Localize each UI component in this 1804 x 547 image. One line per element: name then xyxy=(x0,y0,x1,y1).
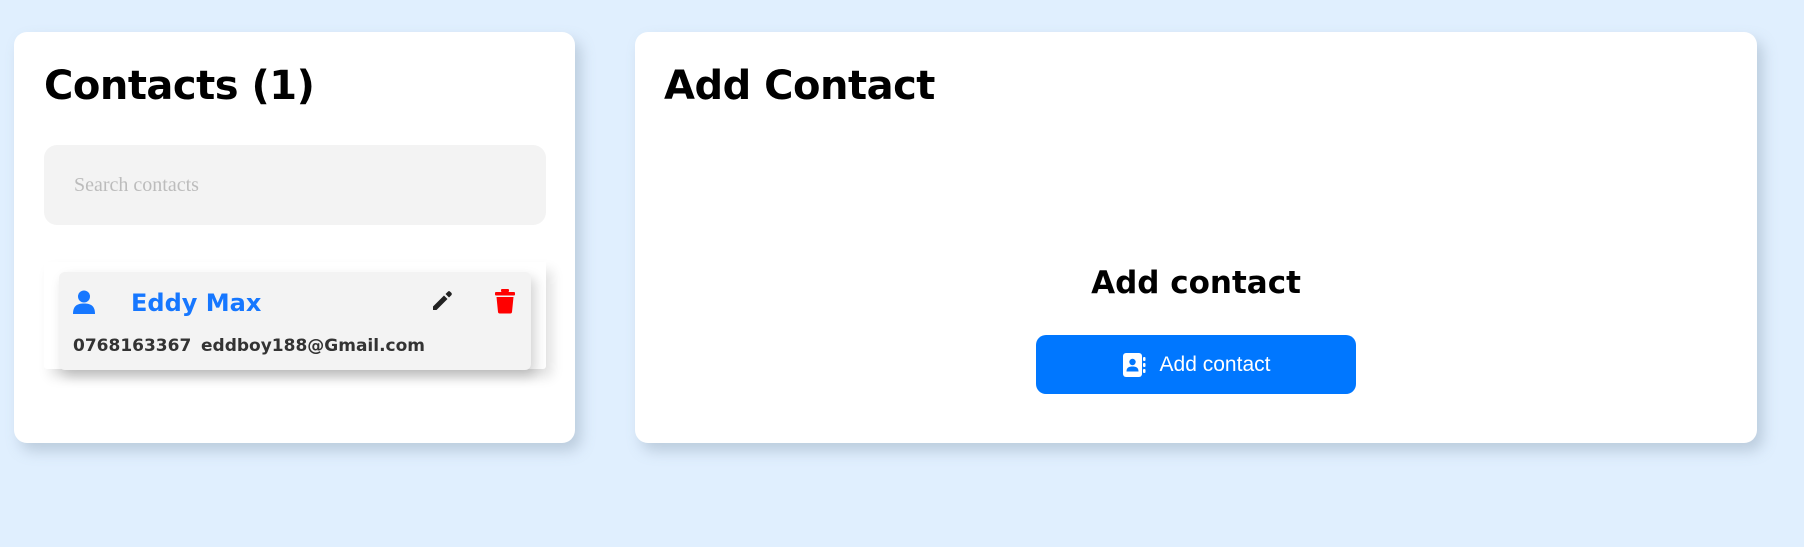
contact-email: eddboy188@Gmail.com xyxy=(201,336,426,356)
contact-phone: 0768163367 xyxy=(73,336,192,356)
person-icon xyxy=(73,290,95,314)
search-input[interactable] xyxy=(44,145,546,225)
contact-name[interactable]: Eddy Max xyxy=(131,289,261,317)
add-contact-subtitle: Add contact xyxy=(1091,265,1301,301)
pencil-icon xyxy=(429,291,455,317)
contacts-title: Contacts (1) xyxy=(44,63,315,109)
address-book-icon xyxy=(1122,352,1146,378)
contact-list: Eddy Max 0768163367 eddboy188@Gmail.com xyxy=(44,262,546,370)
edit-button[interactable] xyxy=(429,288,455,314)
trash-icon xyxy=(493,289,517,317)
add-contact-button-label: Add contact xyxy=(1159,352,1271,376)
add-contact-button[interactable]: Add contact xyxy=(1036,335,1356,394)
add-contact-title: Add Contact xyxy=(664,63,935,109)
delete-button[interactable] xyxy=(493,288,517,314)
add-contact-panel: Add Contact Add contact Add contact xyxy=(635,32,1757,443)
list-item[interactable]: Eddy Max 0768163367 eddboy188@Gmail.com xyxy=(59,272,531,370)
contacts-panel: Contacts (1) Eddy Max xyxy=(14,32,575,443)
